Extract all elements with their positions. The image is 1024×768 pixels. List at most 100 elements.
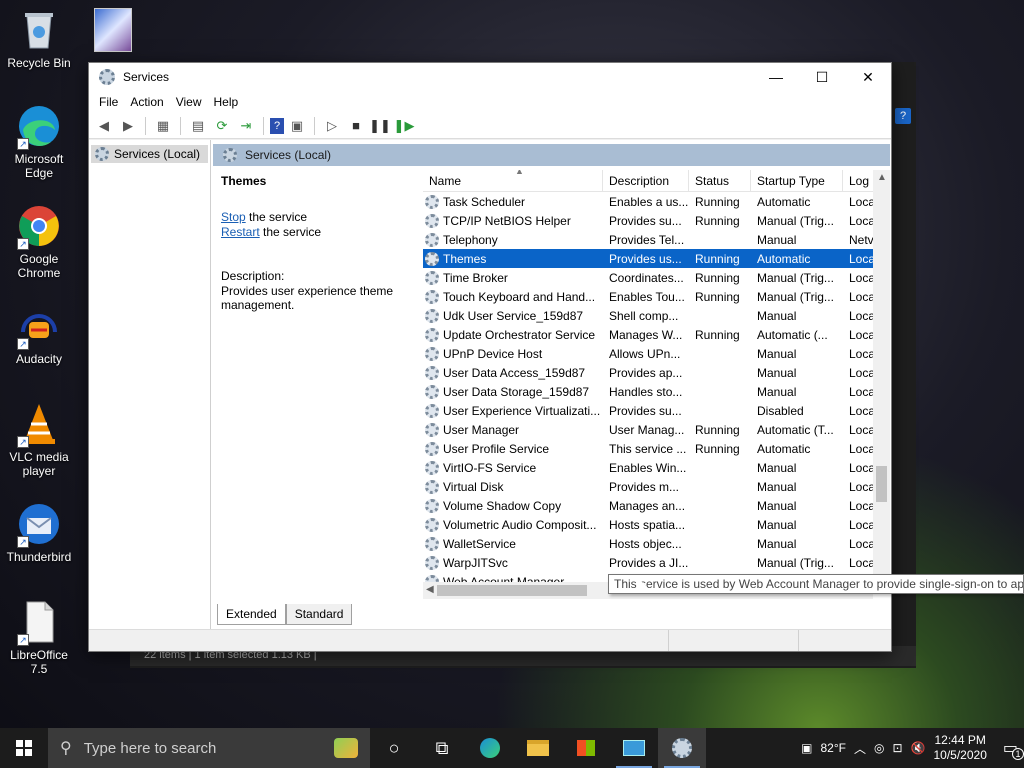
volume-muted-icon[interactable]: 🔇: [911, 741, 926, 755]
desktop-icon-recycle-bin[interactable]: Recycle Bin: [4, 8, 74, 70]
service-row[interactable]: Themes Provides us... Running Automatic Loca: [423, 249, 890, 268]
service-row[interactable]: Volume Shadow Copy Manages an... Manual Loc…: [423, 496, 890, 515]
clock[interactable]: 12:44 PM 10/5/2020: [933, 733, 986, 763]
desktop-icon-thunderbird[interactable]: ↗ Thunderbird: [4, 502, 74, 564]
service-row[interactable]: User Experience Virtualizati... Provides …: [423, 401, 890, 420]
service-description: Provides user experience theme managemen…: [221, 284, 394, 312]
service-status-cell: [689, 553, 751, 572]
service-name-cell: User Data Access_159d87: [423, 363, 603, 382]
stop-service-icon[interactable]: ■: [345, 116, 367, 136]
meet-now-icon[interactable]: ◎: [874, 741, 884, 755]
network-icon[interactable]: ⊡: [892, 741, 902, 755]
service-row[interactable]: Volumetric Audio Composit... Hosts spatia…: [423, 515, 890, 534]
tree-item-services-local[interactable]: Services (Local): [91, 145, 208, 163]
service-name-cell: Themes: [423, 249, 603, 268]
service-row[interactable]: Time Broker Coordinates... Running Manual (…: [423, 268, 890, 287]
service-row[interactable]: User Data Storage_159d87 Handles sto... Ma…: [423, 382, 890, 401]
menu-action[interactable]: Action: [124, 95, 169, 109]
service-row[interactable]: TCP/IP NetBIOS Helper Provides su... Runni…: [423, 211, 890, 230]
desktop-icon-libreoffice[interactable]: ↗ LibreOffice 7.5: [4, 600, 74, 676]
service-row[interactable]: UPnP Device Host Allows UPn... Manual Loca: [423, 344, 890, 363]
service-logon-cell: Loca: [849, 327, 873, 342]
service-row[interactable]: VirtIO-FS Service Enables Win... Manual Loc…: [423, 458, 890, 477]
help-icon[interactable]: ?: [270, 117, 284, 134]
menu-view[interactable]: View: [170, 95, 208, 109]
scroll-left-icon[interactable]: ◀: [426, 584, 434, 595]
service-row[interactable]: Virtual Disk Provides m... Manual Loca: [423, 477, 890, 496]
service-row[interactable]: Telephony Provides Tel... Manual Netv: [423, 230, 890, 249]
properties-icon[interactable]: ▤: [187, 116, 209, 136]
desktop-icon-audacity[interactable]: ↗ Audacity: [4, 304, 74, 366]
restart-service-link[interactable]: Restart: [221, 225, 260, 239]
pause-service-icon[interactable]: ❚❚: [369, 116, 391, 136]
start-button[interactable]: [0, 728, 48, 768]
horizontal-scroll-thumb[interactable]: [437, 585, 587, 596]
service-name-cell: Virtual Disk: [423, 477, 603, 496]
export-list-icon[interactable]: ⇥: [235, 116, 257, 136]
column-header-status[interactable]: Status: [689, 170, 751, 191]
service-gear-icon: [425, 365, 439, 380]
control-panel-taskbar-icon[interactable]: [610, 728, 658, 768]
taskbar-search-box[interactable]: ⚲ Type here to search: [48, 728, 370, 768]
maximize-button[interactable]: ☐: [799, 63, 845, 91]
services-taskbar-icon[interactable]: [658, 728, 706, 768]
service-startup-cell: Manual: [757, 460, 797, 475]
tab-standard[interactable]: Standard: [285, 604, 353, 625]
back-icon[interactable]: ◀: [93, 116, 115, 136]
service-name-cell: Volumetric Audio Composit...: [423, 515, 603, 534]
service-row[interactable]: WarpJITSvc Provides a JI... Manual (Trig..…: [423, 553, 890, 572]
service-logon-cell: Loca: [849, 308, 873, 323]
menu-help[interactable]: Help: [208, 95, 245, 109]
service-gear-icon: [425, 251, 439, 266]
service-name-cell: VirtIO-FS Service: [423, 458, 603, 477]
action-center-icon[interactable]: ▭ 1: [1003, 738, 1024, 760]
file-explorer-icon[interactable]: [514, 728, 562, 768]
service-row[interactable]: Udk User Service_159d87 Shell comp... Manu…: [423, 306, 890, 325]
service-name: User Experience Virtualizati...: [443, 403, 601, 418]
refresh-icon[interactable]: ⟳: [211, 116, 233, 136]
vertical-scroll-thumb[interactable]: [876, 466, 887, 502]
start-service-icon[interactable]: ▷: [321, 116, 343, 136]
menu-file[interactable]: File: [93, 95, 124, 109]
column-header-log-on-as[interactable]: Log: [843, 170, 873, 191]
service-row[interactable]: WalletService Hosts objec... Manual Loca: [423, 534, 890, 553]
service-row[interactable]: Task Scheduler Enables a us... Running Auto…: [423, 192, 890, 211]
show-hidden-icons-icon[interactable]: ︿: [854, 740, 866, 757]
service-status-cell: Running: [695, 422, 740, 437]
desktop-icon-chrome[interactable]: ↗ Google Chrome: [4, 204, 74, 280]
vertical-scrollbar[interactable]: ▲: [873, 170, 890, 582]
desktop-icon-vlc[interactable]: ↗ VLC media player: [4, 402, 74, 478]
service-logon-cell: Loca: [849, 346, 873, 361]
desktop-icon-image[interactable]: [94, 8, 132, 52]
close-button[interactable]: ✕: [845, 63, 891, 91]
column-header-description[interactable]: Description: [603, 170, 689, 191]
task-view-cortana-icon[interactable]: ○: [370, 728, 418, 768]
weather-icon[interactable]: ▣: [801, 741, 812, 755]
desktop-icon-edge[interactable]: ↗ Microsoft Edge: [4, 104, 74, 180]
show-hide-console-tree-icon[interactable]: ▦: [152, 116, 174, 136]
help-icon[interactable]: ?: [895, 108, 911, 124]
title-bar[interactable]: Services — ☐ ✕: [89, 63, 891, 91]
service-row[interactable]: Touch Keyboard and Hand... Enables Tou...…: [423, 287, 890, 306]
show-action-pane-icon[interactable]: ▣: [286, 116, 308, 136]
service-row[interactable]: User Data Access_159d87 Provides ap... Man…: [423, 363, 890, 382]
stop-service-link[interactable]: Stop: [221, 210, 246, 224]
service-row[interactable]: User Manager User Manag... Running Automati…: [423, 420, 890, 439]
column-header-startup-type[interactable]: Startup Type: [751, 170, 843, 191]
weather-temperature[interactable]: 82°F: [820, 741, 845, 755]
forward-icon[interactable]: ▶: [117, 116, 139, 136]
column-header-name[interactable]: Name: [423, 170, 603, 191]
service-row[interactable]: Update Orchestrator Service Manages W... R…: [423, 325, 890, 344]
service-gear-icon: [425, 441, 439, 456]
service-logon-cell: Loca: [849, 365, 873, 380]
tab-extended[interactable]: Extended: [217, 604, 286, 625]
scroll-up-icon[interactable]: ▲: [877, 172, 887, 183]
minimize-button[interactable]: —: [753, 63, 799, 91]
edge-taskbar-icon[interactable]: [466, 728, 514, 768]
task-view-icon[interactable]: ⧉: [418, 728, 466, 768]
microsoft-store-icon[interactable]: [562, 728, 610, 768]
tree-item-label: Services (Local): [114, 147, 201, 161]
service-gear-icon: [425, 403, 439, 418]
service-row[interactable]: User Profile Service This service ... Runn…: [423, 439, 890, 458]
restart-service-icon[interactable]: ❚▶: [393, 116, 415, 136]
